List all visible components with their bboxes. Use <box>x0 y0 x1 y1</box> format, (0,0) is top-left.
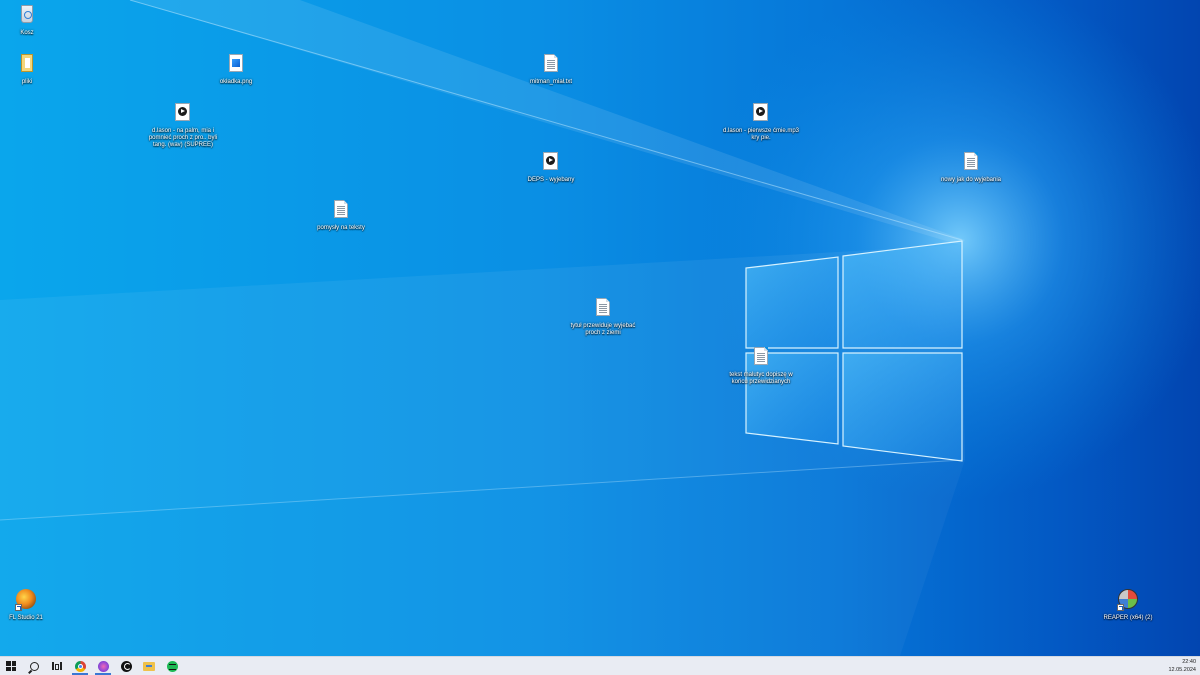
desktop-file-9[interactable]: tytuł przewiduje wyjebać proch z ziemi <box>564 297 642 337</box>
task-view-button[interactable] <box>46 657 68 675</box>
icon-label: Kosz <box>20 30 34 36</box>
desktop-file-2[interactable]: okładka.png <box>197 53 275 86</box>
mixer-app-button[interactable] <box>92 657 114 675</box>
system-clock[interactable]: 22:40 12.05.2024 <box>1168 658 1196 674</box>
folder-icon <box>143 661 155 671</box>
text-file-icon <box>330 199 352 223</box>
spotify-icon <box>166 660 178 672</box>
mixer-app-icon <box>97 660 109 672</box>
reaper-shortcut[interactable]: REAPER (x64) (2) <box>1089 589 1167 622</box>
fl-studio-shortcut[interactable]: FL Studio 21 <box>0 589 65 622</box>
icon-label: nowy jak do wyjebania <box>940 177 1002 183</box>
text-file-icon <box>960 151 982 175</box>
folder-doc-icon <box>16 53 38 77</box>
shortcut-arrow-icon <box>1117 604 1124 611</box>
chrome-icon <box>74 660 86 672</box>
media-file-icon <box>172 102 194 126</box>
desktop-file-6[interactable]: DEPS - wyjebany <box>512 151 590 184</box>
media-file-icon <box>540 151 562 175</box>
search-icon <box>29 661 39 671</box>
icon-label: okładka.png <box>219 79 253 85</box>
desktop-file-5[interactable]: mitman_miał.txt <box>512 53 590 86</box>
task-view-icon <box>52 662 62 670</box>
spotify-button[interactable] <box>161 657 183 675</box>
file-explorer-button[interactable] <box>138 657 160 675</box>
icon-label: d.lason - pierwsze ćmie.mp3 kry pie. <box>722 128 800 141</box>
search-button[interactable] <box>23 657 45 675</box>
image-file-icon <box>225 53 247 77</box>
recycle-bin[interactable]: Kosz <box>0 4 66 37</box>
desktop-file-4[interactable]: pomysły na teksty <box>302 199 380 232</box>
fl-studio-icon <box>15 589 37 613</box>
desktop-file-10[interactable]: tekst malutyc dopiszę w końcu przewidzia… <box>722 346 800 386</box>
capcut-icon <box>120 660 132 672</box>
media-file-icon <box>750 102 772 126</box>
desktop-file-8[interactable]: nowy jak do wyjebania <box>932 151 1010 184</box>
icon-label: mitman_miał.txt <box>529 79 572 85</box>
recycle-bin-icon <box>16 4 38 28</box>
desktop-file-1[interactable]: pliki <box>0 53 66 86</box>
text-file-icon <box>750 346 772 370</box>
icon-label: pliki <box>21 79 33 85</box>
chrome-button[interactable] <box>69 657 91 675</box>
shortcut-arrow-icon <box>15 604 22 611</box>
windows-logo-icon <box>6 661 16 671</box>
icon-label: DEPS - wyjebany <box>527 177 575 183</box>
capcut-button[interactable] <box>115 657 137 675</box>
desktop-file-3[interactable]: d.lason - na palm, mia i pomnieć proch z… <box>144 102 222 149</box>
icon-label: d.lason - na palm, mia i pomnieć proch z… <box>148 128 218 148</box>
icon-label: FL Studio 21 <box>9 615 43 621</box>
start-button[interactable] <box>0 657 22 675</box>
icon-label: tekst malutyc dopiszę w końcu przewidzia… <box>729 372 793 385</box>
icon-label: REAPER (x64) (2) <box>1103 615 1153 621</box>
clock-time: 22:40 <box>1182 659 1196 665</box>
icon-label: tytuł przewiduje wyjebać proch z ziemi <box>570 323 636 336</box>
text-file-icon <box>540 53 562 77</box>
desktop[interactable]: Kosz pliki okładka.png d.lason - na palm… <box>0 0 1200 656</box>
desktop-file-7[interactable]: d.lason - pierwsze ćmie.mp3 kry pie. <box>722 102 800 142</box>
reaper-icon <box>1117 589 1139 613</box>
clock-date: 12.05.2024 <box>1168 667 1196 673</box>
text-file-icon <box>592 297 614 321</box>
icon-label: pomysły na teksty <box>317 225 365 231</box>
taskbar: 22:40 12.05.2024 <box>0 656 1200 675</box>
